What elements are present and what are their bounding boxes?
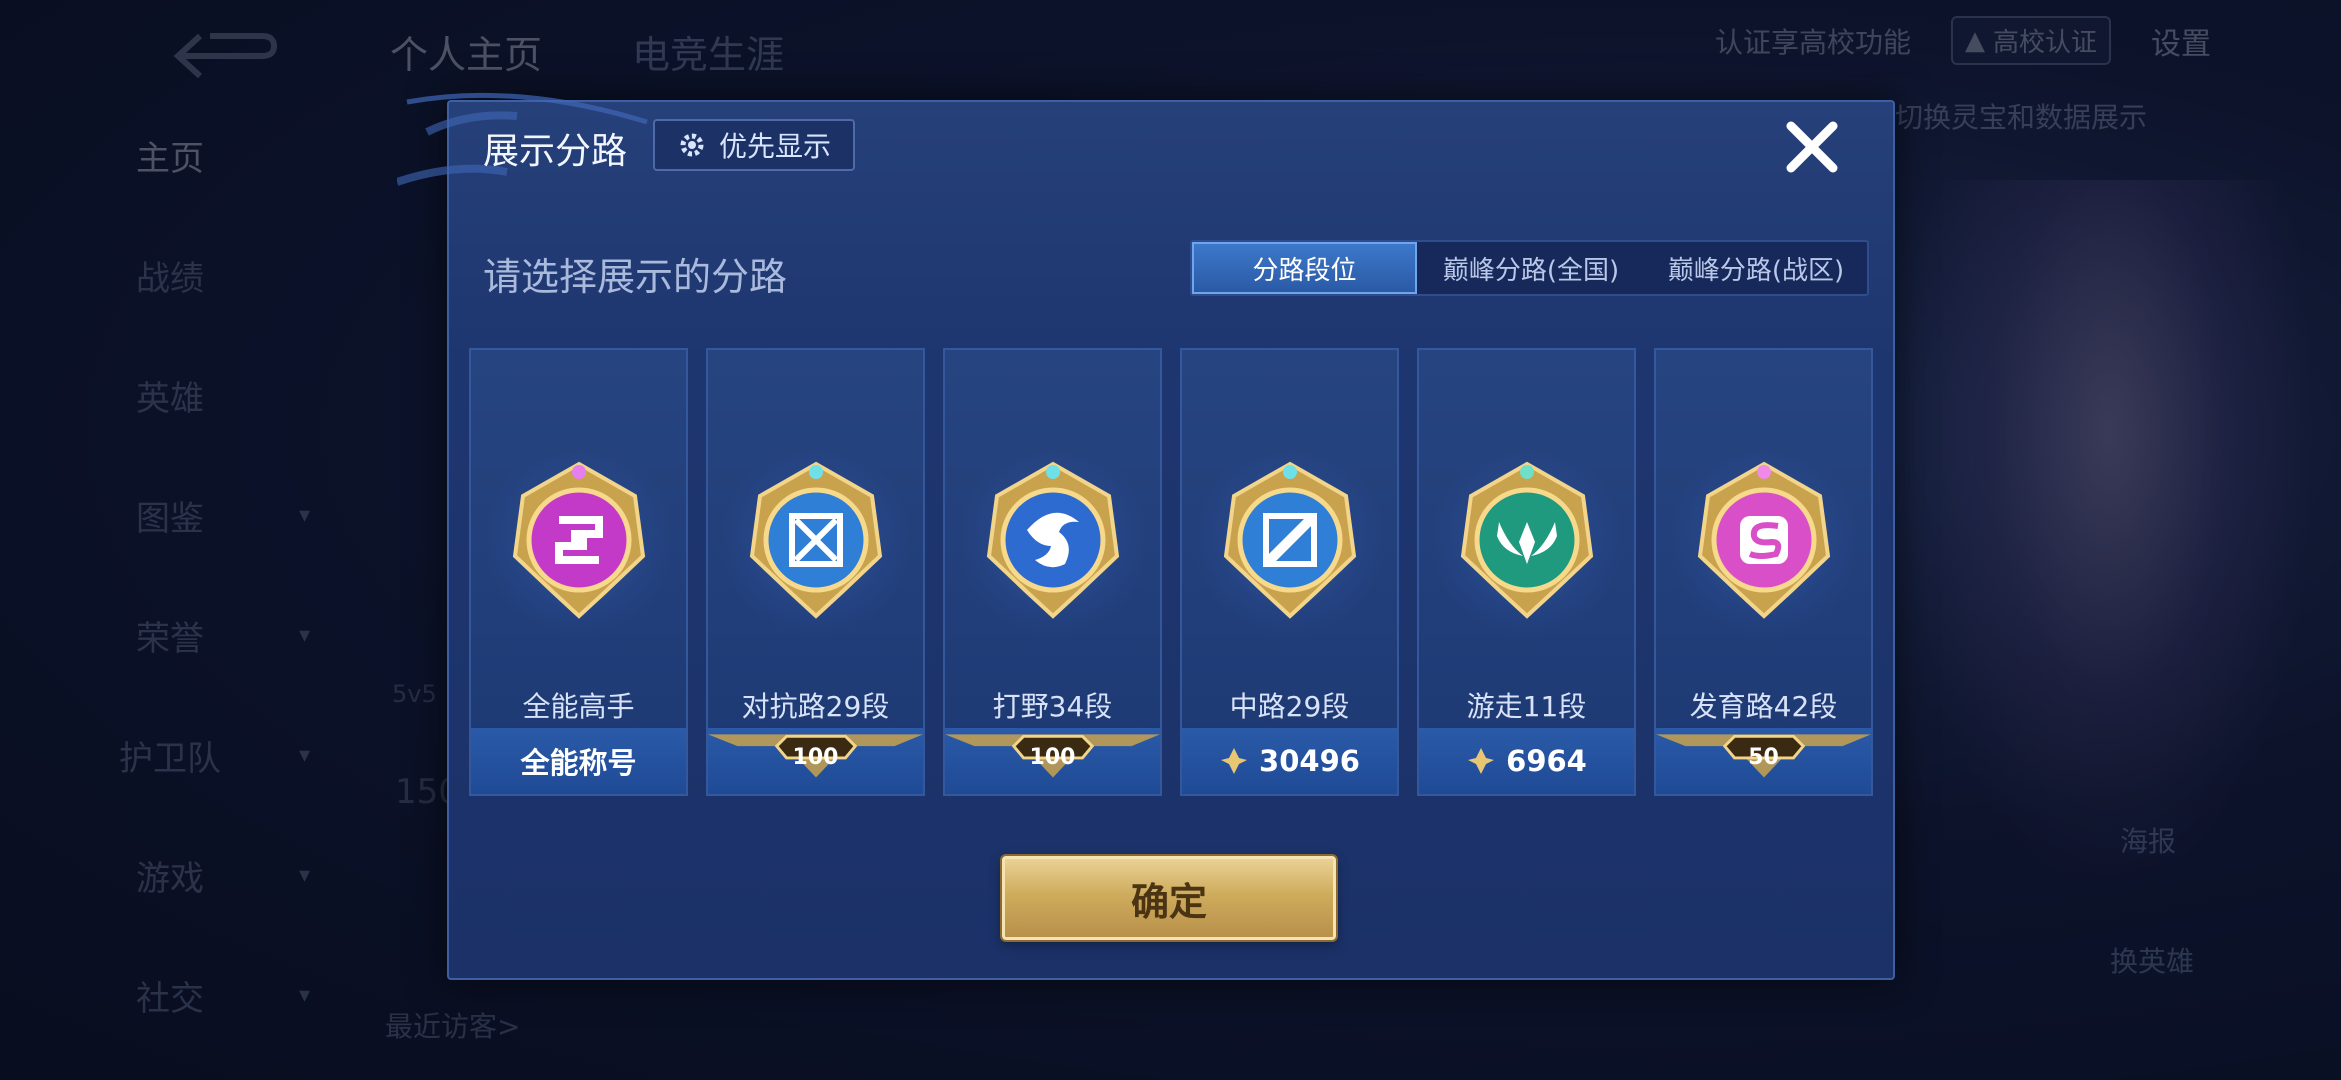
- card-footer: 50: [1656, 728, 1871, 794]
- lane-display-dialog: 展示分路 优先显示 请选择展示的分路 分路段位 巅峰分路(全国) 巅峰分路(战区…: [397, 92, 1895, 980]
- lane-card-clash[interactable]: 对抗路29段 100: [706, 348, 925, 796]
- allround-emblem-icon: [512, 461, 645, 619]
- lane-rank-name: 全能高手: [522, 690, 635, 723]
- tab-lane-rank[interactable]: 分路段位: [1192, 242, 1417, 294]
- card-footer: 30496: [1182, 728, 1397, 794]
- jungle-emblem-icon: [986, 461, 1119, 619]
- lane-card-roam[interactable]: 游走11段 6964: [1417, 348, 1636, 796]
- section-title: 请选择展示的分路: [483, 255, 788, 299]
- star-count: 100: [792, 745, 839, 770]
- card-footer: 6964: [1419, 728, 1634, 794]
- peak-points: 30496: [1259, 744, 1360, 778]
- clash-lane-emblem-icon: [749, 461, 882, 619]
- dialog-title: 展示分路: [483, 131, 628, 172]
- peak-points-icon: [1468, 748, 1495, 774]
- farm-lane-emblem-icon: [1697, 461, 1830, 619]
- lane-card-jungle[interactable]: 打野34段 100: [943, 348, 1162, 796]
- lane-card-farm[interactable]: 发育路42段 50: [1654, 348, 1873, 796]
- tab-peak-national[interactable]: 巅峰分路(全国): [1417, 242, 1645, 294]
- peak-points-icon: [1221, 748, 1248, 774]
- lane-card-mid[interactable]: 中路29段 30496: [1180, 348, 1399, 796]
- dialog-header: 展示分路 优先显示: [449, 102, 1893, 188]
- priority-display-button[interactable]: 优先显示: [653, 119, 856, 171]
- priority-display-label: 优先显示: [719, 130, 832, 163]
- card-footer: 100: [945, 728, 1160, 794]
- card-footer: 全能称号: [471, 728, 686, 794]
- lane-cards: 全能高手 全能称号 对抗路29段 100 打野34段 100 中路29段 304…: [469, 348, 1873, 796]
- allround-title: 全能称号: [520, 746, 637, 780]
- lane-rank-name: 发育路42段: [1689, 690, 1838, 723]
- peak-points: 6964: [1506, 744, 1587, 778]
- lane-rank-name: 打野34段: [992, 690, 1113, 723]
- star-count: 50: [1748, 745, 1779, 770]
- mid-lane-emblem-icon: [1223, 461, 1356, 619]
- roam-emblem-icon: [1460, 461, 1593, 619]
- star-count: 100: [1029, 745, 1076, 770]
- lane-type-tabs: 分路段位 巅峰分路(全国) 巅峰分路(战区): [1190, 240, 1869, 296]
- gear-icon: [680, 133, 704, 157]
- tab-peak-region[interactable]: 巅峰分路(战区): [1645, 242, 1867, 294]
- card-footer: 100: [708, 728, 923, 794]
- lane-card-allround[interactable]: 全能高手 全能称号: [469, 348, 688, 796]
- lane-rank-name: 对抗路29段: [741, 690, 890, 723]
- confirm-button[interactable]: 确定: [1002, 856, 1336, 940]
- lane-rank-name: 游走11段: [1466, 690, 1587, 723]
- lane-rank-name: 中路29段: [1229, 690, 1350, 723]
- close-icon[interactable]: [1781, 116, 1843, 178]
